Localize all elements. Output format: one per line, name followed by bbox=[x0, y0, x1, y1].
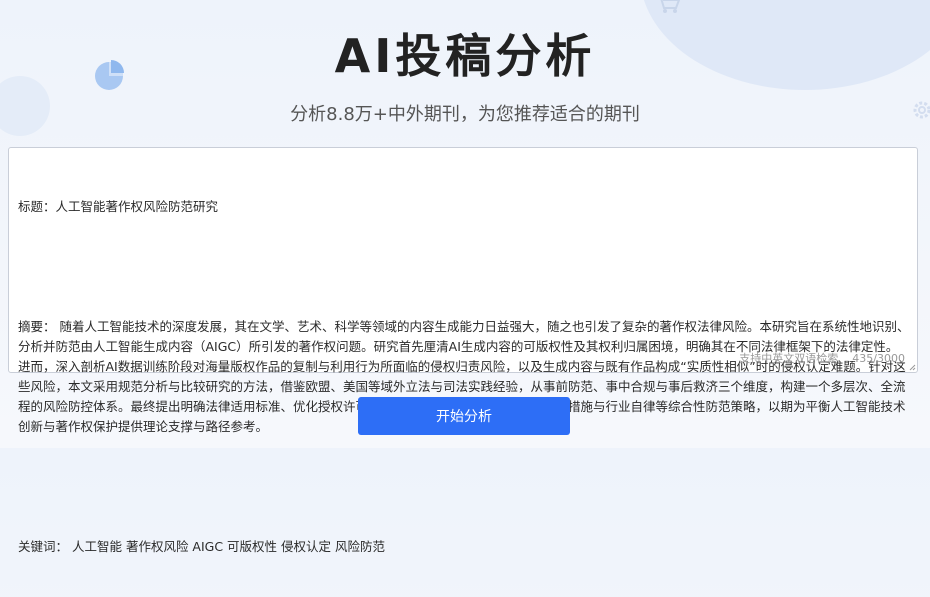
page-subtitle: 分析8.8万+中外期刊，为您推荐适合的期刊 bbox=[290, 104, 640, 125]
paper-input-textarea[interactable]: 标题：人工智能著作权风险防范研究 摘要： 随着人工智能技术的深度发展，其在文学、… bbox=[8, 147, 918, 554]
cart-icon bbox=[660, 0, 681, 13]
character-counter: 435/3000 bbox=[852, 352, 905, 365]
page-title: AI投稿分析 bbox=[334, 29, 596, 83]
bilingual-search-hint: 支持中英文双语检索 bbox=[739, 352, 839, 365]
textarea-footer: 支持中英文双语检索 435/3000 bbox=[725, 350, 905, 366]
resize-handle-icon[interactable] bbox=[908, 363, 916, 371]
paper-title-line: 标题：人工智能著作权风险防范研究 bbox=[18, 199, 219, 214]
paper-keywords-line: 关键词： 人工智能 著作权风险 AIGC 可版权性 侵权认定 风险防范 bbox=[18, 539, 385, 554]
start-analysis-button[interactable]: 开始分析 bbox=[358, 397, 570, 435]
textarea-content[interactable]: 标题：人工智能著作权风险防范研究 摘要： 随着人工智能技术的深度发展，其在文学、… bbox=[18, 157, 910, 597]
